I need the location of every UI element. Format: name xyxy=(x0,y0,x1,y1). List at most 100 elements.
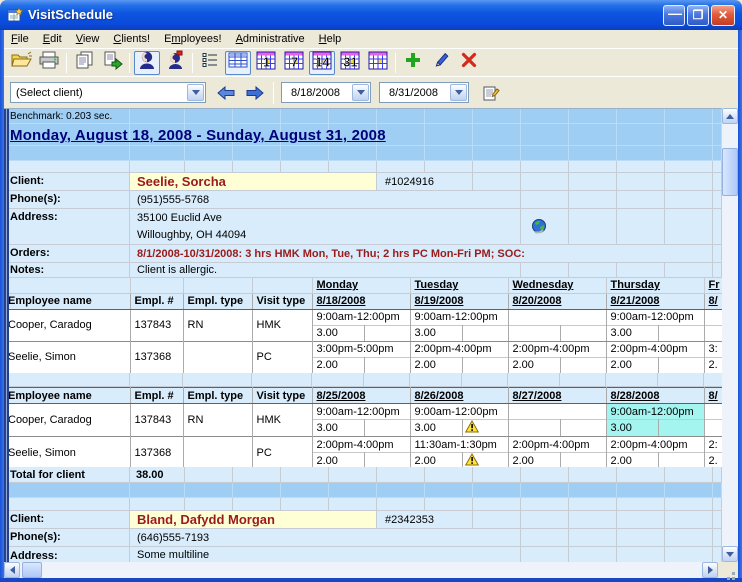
menu-item-clients[interactable]: Clients! xyxy=(106,31,157,47)
visit-time-cell[interactable]: 11:30am-1:30pm xyxy=(410,436,509,453)
grid-view-button[interactable] xyxy=(225,50,251,75)
visit-time-cell[interactable]: 2:00pm-4:00pm xyxy=(508,436,607,453)
visit-flag-cell[interactable] xyxy=(658,324,705,342)
visit-hours-cell[interactable]: 2.00 xyxy=(606,356,659,373)
visit-hours-cell[interactable]: 2.00 xyxy=(606,452,659,467)
next-period-button[interactable] xyxy=(242,83,266,103)
visit-hours-cell[interactable]: 2.00 xyxy=(312,356,365,373)
export-pages-button[interactable] xyxy=(99,51,125,75)
scroll-down-button[interactable] xyxy=(722,546,738,562)
minimize-button[interactable]: — xyxy=(663,5,685,26)
employee-person-button[interactable] xyxy=(162,50,188,75)
horizontal-scrollbar[interactable] xyxy=(4,562,718,578)
menu-item-view[interactable]: View xyxy=(69,31,107,47)
client-name-cell[interactable]: Bland, Dafydd Morgan xyxy=(130,511,377,529)
chevron-down-icon[interactable] xyxy=(352,84,369,101)
visit-hours-cell[interactable] xyxy=(704,324,722,342)
client-name-cell[interactable]: Seelie, Sorcha xyxy=(130,173,377,191)
visit-hours-cell[interactable]: 2.00 xyxy=(410,452,463,467)
visit-time-cell[interactable]: 3: xyxy=(704,340,722,357)
calendar-7-button[interactable]: 7 xyxy=(281,51,307,75)
menu-item-help[interactable]: Help xyxy=(312,31,349,47)
resize-grip[interactable] xyxy=(718,562,738,578)
visit-flag-cell[interactable] xyxy=(364,324,411,342)
visit-hours-cell[interactable]: 3.00 xyxy=(312,419,365,437)
edit-button[interactable] xyxy=(428,51,454,75)
date-to-combobox[interactable]: 8/31/2008 xyxy=(379,82,469,103)
menu-item-employees[interactable]: Employees! xyxy=(157,31,229,47)
visit-flag-cell[interactable] xyxy=(462,419,509,437)
open-folder-button[interactable] xyxy=(8,51,34,75)
visit-time-cell[interactable]: 9:00am-12:00pm xyxy=(606,308,705,325)
visit-flag-cell[interactable] xyxy=(364,356,411,373)
menu-item-file[interactable]: File xyxy=(4,31,36,47)
properties-button[interactable] xyxy=(479,83,503,103)
visit-hours-cell[interactable]: 3.00 xyxy=(410,419,463,437)
menu-item-administrative[interactable]: Administrative xyxy=(229,31,312,47)
visit-hours-cell[interactable]: 2. xyxy=(704,356,722,373)
calendar-period-button[interactable] xyxy=(365,51,391,75)
visit-hours-cell[interactable]: 2. xyxy=(704,452,722,467)
visit-time-cell[interactable]: 2:00pm-4:00pm xyxy=(410,340,509,357)
visit-time-cell[interactable]: 9:00am-12:00pm xyxy=(410,308,509,325)
visit-hours-cell[interactable]: 3.00 xyxy=(410,324,463,342)
visit-flag-cell[interactable] xyxy=(560,356,607,373)
chevron-down-icon[interactable] xyxy=(187,84,204,101)
visit-hours-cell[interactable]: 3.00 xyxy=(606,419,659,437)
client-person-button[interactable] xyxy=(134,50,160,75)
visit-time-cell[interactable]: 2: xyxy=(704,436,722,453)
client-select-combobox[interactable]: (Select client) xyxy=(10,82,206,103)
visit-time-cell[interactable]: 2:00pm-4:00pm xyxy=(508,340,607,357)
visit-hours-cell[interactable]: 2.00 xyxy=(312,452,365,467)
visit-time-cell[interactable]: 2:00pm-4:00pm xyxy=(312,436,411,453)
visit-time-cell[interactable]: 2:00pm-4:00pm xyxy=(606,436,705,453)
visit-hours-cell[interactable] xyxy=(704,419,722,437)
visit-flag-cell[interactable] xyxy=(364,419,411,437)
list-view-button[interactable] xyxy=(197,51,223,75)
visit-time-cell[interactable] xyxy=(508,403,607,420)
visit-flag-cell[interactable] xyxy=(560,452,607,467)
calendar-14-button[interactable]: 14 xyxy=(309,50,335,75)
map-globe-icon[interactable] xyxy=(531,218,548,240)
maximize-button[interactable]: ❐ xyxy=(687,5,709,26)
visit-hours-cell[interactable] xyxy=(508,324,561,342)
calendar-31-button[interactable]: 31 xyxy=(337,51,363,75)
visit-hours-cell[interactable]: 3.00 xyxy=(606,324,659,342)
visit-flag-cell[interactable] xyxy=(560,419,607,437)
visit-flag-cell[interactable] xyxy=(364,452,411,467)
visit-time-cell[interactable] xyxy=(508,308,607,325)
visit-hours-cell[interactable]: 3.00 xyxy=(312,324,365,342)
visit-flag-cell[interactable] xyxy=(462,324,509,342)
visit-time-cell[interactable] xyxy=(704,403,722,420)
vertical-scroll-thumb[interactable] xyxy=(722,148,738,196)
visit-flag-cell[interactable] xyxy=(560,324,607,342)
visit-time-cell[interactable]: 3:00pm-5:00pm xyxy=(312,340,411,357)
vertical-scrollbar[interactable] xyxy=(722,108,738,562)
scroll-up-button[interactable] xyxy=(722,108,738,124)
report-pages-button[interactable] xyxy=(71,51,97,75)
visit-time-cell[interactable] xyxy=(704,308,722,325)
visit-flag-cell[interactable] xyxy=(658,452,705,467)
visit-time-cell[interactable]: 9:00am-12:00pm xyxy=(312,403,411,420)
visit-hours-cell[interactable]: 2.00 xyxy=(410,356,463,373)
visit-time-cell[interactable]: 9:00am-12:00pm xyxy=(410,403,509,420)
horizontal-scroll-thumb[interactable] xyxy=(22,562,42,578)
visit-flag-cell[interactable] xyxy=(462,452,509,467)
visit-hours-cell[interactable]: 2.00 xyxy=(508,356,561,373)
calendar-1-button[interactable]: 1 xyxy=(253,51,279,75)
prev-period-button[interactable] xyxy=(214,83,238,103)
visit-flag-cell[interactable] xyxy=(658,356,705,373)
add-button[interactable] xyxy=(400,51,426,75)
visit-time-cell[interactable]: 2:00pm-4:00pm xyxy=(606,340,705,357)
close-button[interactable]: ✕ xyxy=(711,5,735,26)
delete-button[interactable] xyxy=(456,51,482,75)
visit-time-cell[interactable]: 9:00am-12:00pm xyxy=(312,308,411,325)
visit-time-cell[interactable]: 9:00am-12:00pm xyxy=(606,403,705,420)
print-button[interactable] xyxy=(36,51,62,75)
menu-item-edit[interactable]: Edit xyxy=(36,31,69,47)
visit-flag-cell[interactable] xyxy=(658,419,705,437)
date-from-combobox[interactable]: 8/18/2008 xyxy=(281,82,371,103)
visit-hours-cell[interactable] xyxy=(508,419,561,437)
scroll-right-button[interactable] xyxy=(702,562,718,578)
chevron-down-icon[interactable] xyxy=(450,84,467,101)
